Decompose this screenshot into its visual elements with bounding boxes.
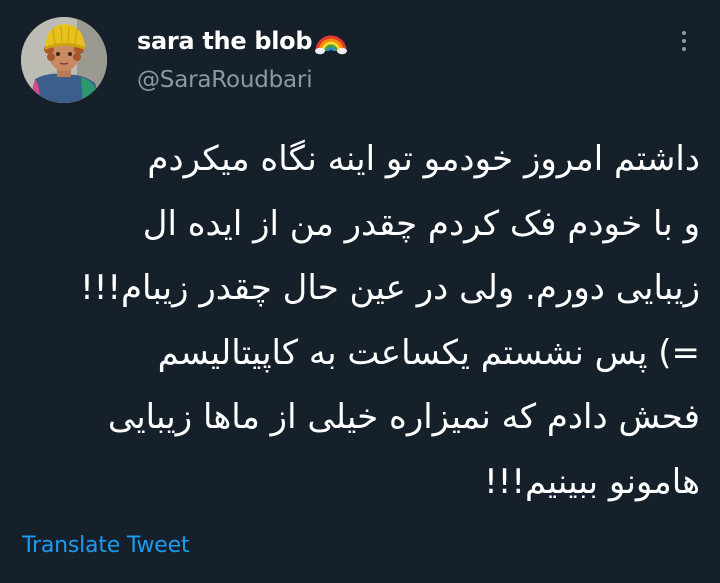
author-block: sara the blob @SaraRoudbari bbox=[137, 25, 348, 93]
more-icon bbox=[682, 31, 686, 35]
tweet: sara the blob @SaraRoudbari داشتم امروز … bbox=[0, 0, 720, 583]
display-name-row[interactable]: sara the blob bbox=[137, 25, 348, 57]
display-name[interactable]: sara the blob bbox=[137, 27, 313, 55]
tweet-text-line: =) پس نشستم یکساعت به کاپیتالیسم bbox=[157, 332, 700, 373]
tweet-text-line: و با خودم فک کردم چقدر من از ایده ال bbox=[142, 203, 700, 244]
translate-tweet-link[interactable]: Translate Tweet bbox=[22, 533, 190, 558]
more-icon-dot bbox=[682, 47, 686, 51]
tweet-text-line: داشتم امروز خودمو تو اینه نگاه میکردم bbox=[147, 139, 700, 179]
avatar[interactable] bbox=[21, 17, 107, 103]
more-options-button[interactable] bbox=[670, 27, 698, 55]
author-handle[interactable]: @SaraRoudbari bbox=[137, 67, 348, 93]
more-icon-dot bbox=[682, 39, 686, 43]
tweet-text-line: هامونو ببینیم!!! bbox=[484, 461, 700, 502]
tweet-text: داشتم امروز خودمو تو اینه نگاه میکردم و … bbox=[20, 127, 700, 514]
tweet-text-line: زیبایی دورم. ولی در عین حال چقدر زیبام!!… bbox=[80, 268, 700, 308]
avatar-image bbox=[21, 17, 107, 103]
rainbow-icon bbox=[314, 27, 348, 55]
tweet-text-line: فحش دادم که نمیزاره خیلی از ماها زیبایی bbox=[107, 397, 700, 437]
